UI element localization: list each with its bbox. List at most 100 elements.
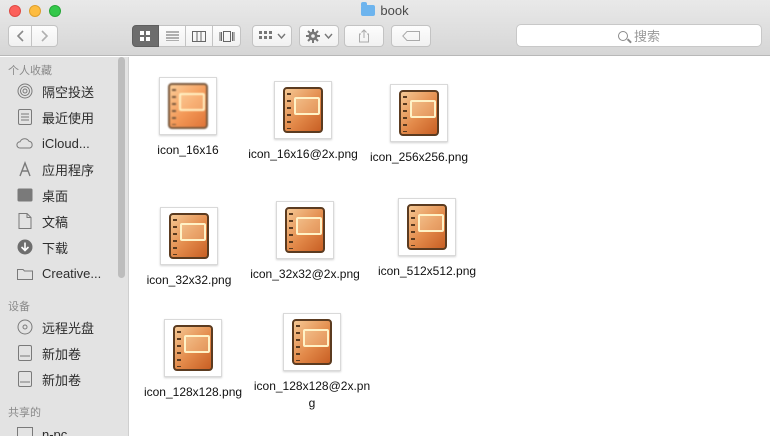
sidebar-item-creative-cloud[interactable]: Creative... bbox=[16, 262, 101, 284]
drive-icon bbox=[16, 370, 34, 388]
sidebar-item-label: 文稿 bbox=[42, 214, 69, 230]
file-name: icon_32x32.png bbox=[146, 273, 232, 287]
sidebar-item-label: Creative... bbox=[42, 265, 102, 281]
file-name: icon_16x16 bbox=[157, 143, 219, 157]
icon-view-icon bbox=[140, 30, 150, 41]
folder-icon bbox=[16, 264, 34, 282]
notebook-icon bbox=[292, 319, 332, 365]
search-icon bbox=[617, 30, 628, 41]
recents-icon bbox=[16, 108, 34, 126]
sidebar-scrollbar[interactable] bbox=[118, 57, 125, 278]
sidebar-item-label: 应用程序 bbox=[42, 162, 95, 178]
sidebar-item-desktop[interactable]: 桌面 bbox=[16, 184, 68, 206]
folder-icon bbox=[361, 2, 376, 16]
share-icon bbox=[359, 29, 369, 43]
file-item[interactable]: icon_16x16 bbox=[128, 77, 248, 159]
column-view-icon bbox=[192, 30, 206, 42]
disc-icon bbox=[16, 318, 34, 336]
window-title: book bbox=[0, 2, 770, 18]
notebook-icon bbox=[399, 90, 439, 136]
file-name: icon_128x128@2x.png bbox=[253, 379, 371, 410]
arrange-grid-icon bbox=[258, 31, 272, 39]
sidebar-item-shared-pc[interactable]: n-pc bbox=[16, 423, 67, 436]
file-thumbnail bbox=[390, 84, 448, 142]
sidebar-item-label: 桌面 bbox=[42, 188, 69, 204]
gallery-view-icon bbox=[219, 30, 234, 42]
sidebar-item-remote-disc[interactable]: 远程光盘 bbox=[16, 316, 94, 338]
notebook-icon bbox=[283, 87, 323, 133]
notebook-icon bbox=[407, 204, 447, 250]
chevron-down-icon bbox=[323, 33, 333, 39]
tags-button[interactable] bbox=[391, 25, 431, 47]
tag-icon bbox=[402, 31, 420, 41]
chevron-right-icon bbox=[41, 30, 49, 42]
file-name: icon_32x32@2x.png bbox=[250, 267, 360, 281]
notebook-icon bbox=[285, 207, 325, 253]
chevron-down-icon bbox=[276, 33, 286, 39]
gear-icon bbox=[305, 29, 320, 43]
document-icon bbox=[16, 212, 34, 230]
download-icon bbox=[16, 238, 34, 256]
sidebar-item-label: 新加卷 bbox=[42, 372, 82, 388]
file-thumbnail bbox=[283, 313, 341, 371]
file-thumbnail bbox=[164, 319, 222, 377]
sidebar-section-shared: 共享的 bbox=[8, 407, 41, 419]
file-thumbnail bbox=[276, 201, 334, 259]
back-button[interactable] bbox=[8, 25, 32, 47]
airdrop-icon bbox=[16, 82, 34, 100]
file-item[interactable]: icon_32x32@2x.png bbox=[245, 201, 365, 283]
action-button[interactable] bbox=[299, 25, 339, 47]
list-view-button[interactable] bbox=[159, 25, 186, 47]
file-item[interactable]: icon_128x128.png bbox=[133, 319, 253, 401]
sidebar-item-label: 新加卷 bbox=[42, 346, 82, 362]
sidebar-section-devices: 设备 bbox=[8, 301, 30, 313]
gallery-view-button[interactable] bbox=[213, 25, 241, 47]
chevron-left-icon bbox=[16, 30, 24, 42]
titlebar: book 搜索 bbox=[0, 0, 770, 56]
file-item[interactable]: icon_256x256.png bbox=[359, 84, 479, 166]
cloud-icon bbox=[16, 134, 34, 152]
sidebar-item-label: 最近使用 bbox=[42, 110, 95, 126]
notebook-icon bbox=[173, 325, 213, 371]
sidebar-item-label: 远程光盘 bbox=[42, 320, 95, 336]
file-thumbnail bbox=[159, 77, 217, 135]
applications-icon bbox=[16, 160, 34, 178]
share-button[interactable] bbox=[344, 25, 384, 47]
sidebar-item-icloud[interactable]: iCloud... bbox=[16, 132, 90, 154]
sidebar-item-label: 下载 bbox=[42, 240, 69, 256]
search-placeholder: 搜索 bbox=[633, 29, 660, 44]
arrange-button[interactable] bbox=[252, 25, 292, 47]
file-name: icon_256x256.png bbox=[369, 150, 469, 164]
sidebar-item-documents[interactable]: 文稿 bbox=[16, 210, 68, 232]
file-thumbnail bbox=[398, 198, 456, 256]
notebook-icon bbox=[168, 83, 208, 129]
forward-button[interactable] bbox=[32, 25, 58, 47]
sidebar-item-airdrop[interactable]: 隔空投送 bbox=[16, 80, 94, 102]
file-thumbnail bbox=[274, 81, 332, 139]
sidebar-item-volume[interactable]: 新加卷 bbox=[16, 368, 81, 390]
column-view-button[interactable] bbox=[186, 25, 213, 47]
drive-icon bbox=[16, 344, 34, 362]
list-view-icon bbox=[165, 31, 179, 41]
desktop-icon bbox=[16, 186, 34, 204]
sidebar-item-recents[interactable]: 最近使用 bbox=[16, 106, 94, 128]
search-field[interactable]: 搜索 bbox=[516, 24, 762, 47]
file-item[interactable]: icon_512x512.png bbox=[367, 198, 487, 280]
icon-view-button[interactable] bbox=[132, 25, 159, 47]
sidebar-item-applications[interactable]: 应用程序 bbox=[16, 158, 94, 180]
finder-window: book 搜索 个人收藏 隔空投送 最近使用 iCloud... 应用程序 桌面… bbox=[0, 0, 770, 436]
file-item[interactable]: icon_16x16@2x.png bbox=[243, 81, 363, 163]
file-name: icon_512x512.png bbox=[377, 264, 477, 278]
sidebar-item-label: iCloud... bbox=[42, 135, 90, 151]
sidebar-item-downloads[interactable]: 下载 bbox=[16, 236, 68, 258]
file-name: icon_16x16@2x.png bbox=[248, 147, 358, 161]
file-item[interactable]: icon_128x128@2x.png bbox=[252, 313, 372, 412]
sidebar-item-label: n-pc bbox=[42, 426, 68, 436]
file-item[interactable]: icon_32x32.png bbox=[129, 207, 249, 289]
file-name: icon_128x128.png bbox=[143, 385, 243, 399]
file-thumbnail bbox=[160, 207, 218, 265]
file-grid: icon_16x16 icon_16x16@2x.png icon_256x25… bbox=[130, 57, 770, 436]
notebook-icon bbox=[169, 213, 209, 259]
sidebar: 个人收藏 隔空投送 最近使用 iCloud... 应用程序 桌面 文稿 下载 C… bbox=[0, 57, 129, 436]
sidebar-item-volume[interactable]: 新加卷 bbox=[16, 342, 81, 364]
